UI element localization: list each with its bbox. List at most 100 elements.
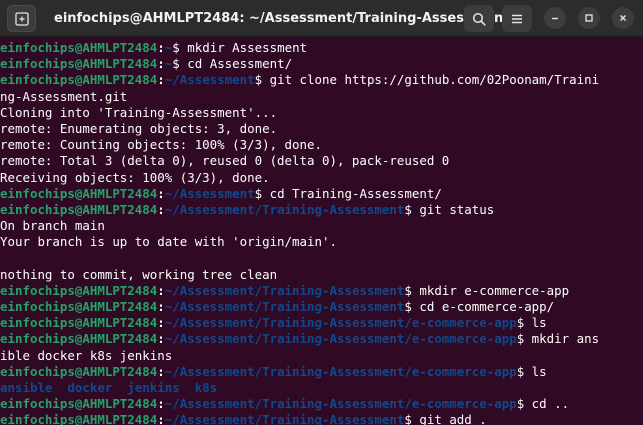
prompt-user: einfochips@AHMLPT2484 <box>0 299 158 314</box>
maximize-button[interactable] <box>578 7 600 29</box>
output-line: On branch main <box>0 218 643 234</box>
prompt-separator: : <box>157 299 165 314</box>
prompt-user: einfochips@AHMLPT2484 <box>0 40 158 55</box>
output-text: ible docker k8s jenkins <box>0 347 173 363</box>
prompt-symbol: $ <box>404 282 412 298</box>
prompt-user: einfochips@AHMLPT2484 <box>0 315 158 331</box>
command-text: git clone https://github.com/02Poonam/Tr… <box>262 72 600 88</box>
prompt-path: ~/Assessment/Training-Assessment/e-comme… <box>164 363 517 379</box>
prompt-separator: : <box>157 56 165 72</box>
output-line: remote: Counting objects: 100% (3/3), do… <box>0 137 643 153</box>
terminal-output[interactable]: einfochips@AHMLPT2484:~$ mkdir Assessmen… <box>0 40 643 425</box>
prompt-symbol: $ <box>254 185 263 201</box>
output-text: remote: Counting objects: 100% (3/3), do… <box>0 137 322 153</box>
search-icon <box>472 12 486 26</box>
prompt-line: einfochips@AHMLPT2484:~/Assessment/Train… <box>0 396 643 412</box>
prompt-user: einfochips@AHMLPT2484 <box>0 412 158 425</box>
close-icon <box>620 15 626 21</box>
output-text: Your branch is up to date with 'origin/m… <box>0 234 337 250</box>
prompt-user: einfochips@AHMLPT2484 <box>0 282 158 298</box>
output-line: remote: Total 3 (delta 0), reused 0 (del… <box>0 153 643 169</box>
prompt-user: einfochips@AHMLPT2484 <box>0 201 158 217</box>
prompt-symbol: $ <box>254 72 263 88</box>
command-text: cd Assessment/ <box>179 56 293 72</box>
command-text: mkdir Assessment <box>179 40 308 55</box>
output-text: Cloning into 'Training-Assessment'... <box>0 104 278 120</box>
prompt-symbol: $ <box>404 412 412 425</box>
minimize-button[interactable] <box>544 7 566 29</box>
command-text: git status <box>411 201 495 217</box>
menu-button[interactable] <box>502 5 532 32</box>
prompt-separator: : <box>157 185 165 201</box>
maximize-icon <box>585 14 593 22</box>
directory-names: ansible docker jenkins k8s <box>0 379 218 395</box>
output-line: remote: Enumerating objects: 3, done. <box>0 121 643 137</box>
command-text: cd e-commerce-app/ <box>411 299 555 314</box>
new-tab-button[interactable] <box>7 5 36 32</box>
output-line: Receiving objects: 100% (3/3), done. <box>0 170 643 186</box>
prompt-separator: : <box>157 201 165 217</box>
prompt-separator: : <box>157 412 165 425</box>
prompt-path: ~/Assessment/Training-Assessment <box>164 282 405 298</box>
output-text: ng-Assessment.git <box>0 88 128 104</box>
command-text: ls <box>524 363 547 379</box>
prompt-separator: : <box>157 363 165 379</box>
prompt-user: einfochips@AHMLPT2484 <box>0 331 158 347</box>
prompt-line: einfochips@AHMLPT2484:~/Assessment/Train… <box>0 412 643 425</box>
close-button[interactable] <box>612 7 634 29</box>
prompt-line: einfochips@AHMLPT2484:~/Assessment/Train… <box>0 331 643 347</box>
prompt-line: einfochips@AHMLPT2484:~$ mkdir Assessmen… <box>0 40 643 56</box>
window-title: einfochips@AHMLPT2484: ~/Assessment/Trai… <box>54 11 510 26</box>
command-text: cd .. <box>524 396 570 412</box>
prompt-line: einfochips@AHMLPT2484:~/Assessment/Train… <box>0 315 643 331</box>
output-text: Receiving objects: 100% (3/3), done. <box>0 169 270 185</box>
prompt-user: einfochips@AHMLPT2484 <box>0 56 158 72</box>
output-line: Cloning into 'Training-Assessment'... <box>0 105 643 121</box>
prompt-symbol: $ <box>172 56 180 72</box>
output-line: Your branch is up to date with 'origin/m… <box>0 234 643 250</box>
prompt-line: einfochips@AHMLPT2484:~$ cd Assessment/ <box>0 56 643 72</box>
command-text: git add . <box>411 412 487 425</box>
prompt-path: ~/Assessment/Training-Assessment <box>164 201 405 217</box>
prompt-path: ~/Assessment <box>164 72 255 88</box>
output-line: nothing to commit, working tree clean <box>0 267 643 283</box>
command-text: ls <box>524 315 547 331</box>
prompt-symbol: $ <box>404 299 412 314</box>
prompt-user: einfochips@AHMLPT2484 <box>0 72 158 88</box>
output-text: remote: Total 3 (delta 0), reused 0 (del… <box>0 153 450 169</box>
search-button[interactable] <box>464 5 494 32</box>
output-line: ng-Assessment.git <box>0 89 643 105</box>
prompt-symbol: $ <box>172 40 180 55</box>
hamburger-menu-icon <box>512 14 522 23</box>
command-text: mkdir e-commerce-app <box>411 282 570 298</box>
command-text: mkdir ans <box>524 331 600 347</box>
output-text: remote: Enumerating objects: 3, done. <box>0 120 278 136</box>
prompt-path: ~/Assessment <box>164 185 255 201</box>
prompt-separator: : <box>157 315 165 331</box>
prompt-user: einfochips@AHMLPT2484 <box>0 396 158 412</box>
prompt-line: einfochips@AHMLPT2484:~/Assessment$ git … <box>0 72 643 88</box>
title-bar: einfochips@AHMLPT2484: ~/Assessment/Trai… <box>0 0 643 37</box>
output-line: ible docker k8s jenkins <box>0 348 643 364</box>
prompt-line: einfochips@AHMLPT2484:~/Assessment/Train… <box>0 202 643 218</box>
directory-listing: ansible docker jenkins k8s <box>0 380 643 396</box>
prompt-path: ~/Assessment/Training-Assessment <box>164 299 405 314</box>
prompt-path: ~/Assessment/Training-Assessment <box>164 412 405 425</box>
command-text: cd Training-Assessment/ <box>262 185 442 201</box>
prompt-separator: : <box>157 396 165 412</box>
prompt-line: einfochips@AHMLPT2484:~/Assessment/Train… <box>0 299 643 315</box>
output-text: On branch main <box>0 218 105 234</box>
prompt-path: ~/Assessment/Training-Assessment/e-comme… <box>164 315 517 331</box>
new-tab-icon <box>14 11 29 26</box>
prompt-user: einfochips@AHMLPT2484 <box>0 185 158 201</box>
terminal-window: einfochips@AHMLPT2484: ~/Assessment/Trai… <box>0 0 643 425</box>
prompt-separator: : <box>157 282 165 298</box>
prompt-separator: : <box>157 331 165 347</box>
prompt-separator: : <box>157 72 165 88</box>
prompt-separator: : <box>157 40 165 55</box>
prompt-line: einfochips@AHMLPT2484:~/Assessment/Train… <box>0 283 643 299</box>
output-text: nothing to commit, working tree clean <box>0 266 278 282</box>
prompt-line: einfochips@AHMLPT2484:~/Assessment/Train… <box>0 364 643 380</box>
prompt-symbol: $ <box>404 201 412 217</box>
